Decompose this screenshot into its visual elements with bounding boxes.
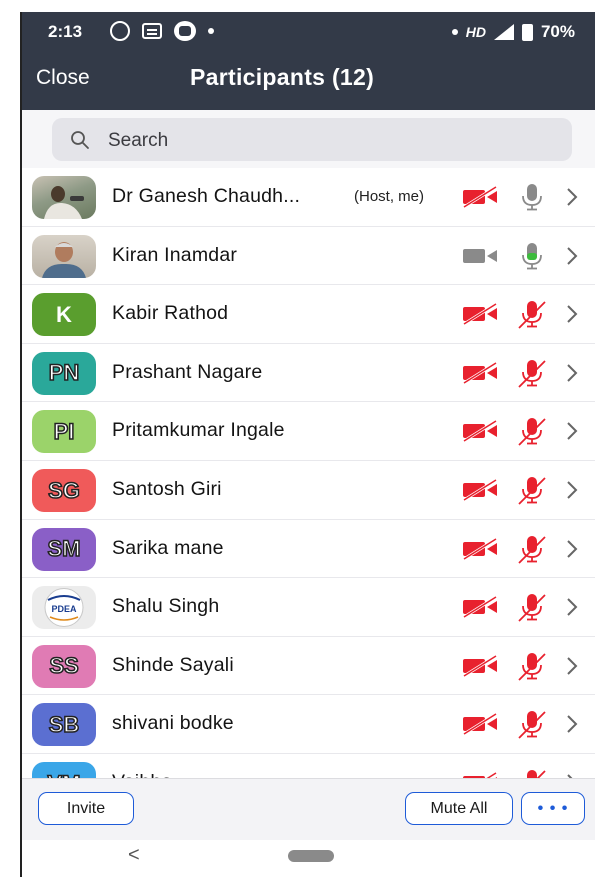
signal-icon (493, 24, 514, 40)
mute-all-button[interactable]: Mute All (405, 792, 513, 825)
avatar-logo-text: PDEA (51, 604, 77, 614)
chevron-right-icon[interactable] (566, 714, 578, 734)
whatsapp-icon (110, 21, 130, 41)
participant-role-tag: (Host, me) (354, 188, 425, 205)
mic-muted-icon (516, 768, 548, 778)
avatar: PDEA (32, 586, 96, 630)
mic-icon (516, 182, 548, 212)
more-options-button[interactable]: • • • (521, 792, 585, 825)
participant-row[interactable]: PN Prashant Nagare (22, 344, 595, 403)
participant-row[interactable]: SS Shinde Sayali (22, 637, 595, 696)
home-nav-pill[interactable] (288, 850, 334, 862)
chevron-right-icon[interactable] (566, 597, 578, 617)
message-icon (142, 23, 162, 39)
status-right: HD 70% (451, 22, 575, 42)
avatar: K (32, 293, 96, 337)
status-bar: 2:13 HD 70% (22, 12, 595, 52)
chevron-right-icon[interactable] (566, 187, 578, 207)
avatar (32, 176, 96, 219)
participant-row[interactable]: Kiran Inamdar (22, 227, 595, 286)
participant-name: Santosh Giri (112, 478, 222, 500)
header-bar: Close Participants (12) (22, 52, 595, 110)
close-button[interactable]: Close (36, 66, 90, 90)
participant-name: Shalu Singh (112, 595, 220, 618)
chevron-right-icon[interactable] (566, 246, 578, 266)
mic-muted-icon (516, 299, 548, 329)
avatar: PI (32, 410, 96, 454)
video-off-icon (462, 419, 500, 443)
bottom-toolbar: Invite Mute All • • • (22, 778, 595, 840)
participant-name: Shinde Sayali (112, 653, 234, 676)
avatar: SG (32, 469, 96, 512)
mic-muted-icon (516, 358, 548, 388)
participant-row[interactable]: SB shivani bodke (22, 695, 595, 754)
participant-name: Vaibha... (112, 771, 189, 778)
invite-button[interactable]: Invite (38, 792, 134, 825)
video-off-icon (462, 302, 500, 326)
notification-icons (110, 21, 214, 41)
participant-name: Pritamkumar Ingale (112, 419, 285, 442)
video-off-icon (462, 654, 500, 678)
video-off-icon (462, 595, 500, 619)
page-title: Participants (12) (190, 64, 375, 90)
participant-name: Kabir Rathod (112, 302, 229, 325)
search-placeholder: Search (108, 130, 169, 151)
avatar: VM (32, 762, 96, 778)
chevron-right-icon[interactable] (566, 304, 578, 324)
mic-muted-icon (516, 416, 548, 447)
avatar: SB (32, 703, 96, 747)
mic-muted-icon (516, 534, 548, 564)
mic-muted-icon (516, 592, 548, 622)
participant-row[interactable]: Dr Ganesh Chaudh... (Host, me) (22, 168, 595, 227)
participant-name: Kiran Inamdar (112, 243, 238, 266)
participant-row[interactable]: PI Pritamkumar Ingale (22, 402, 595, 461)
avatar (32, 234, 96, 278)
video-on-icon (462, 244, 500, 268)
participant-name: Sarika mane (112, 536, 224, 559)
avatar: SM (32, 527, 96, 571)
chevron-right-icon[interactable] (566, 480, 578, 500)
chevron-right-icon[interactable] (566, 539, 578, 559)
search-input[interactable]: Search (52, 118, 572, 161)
mic-muted-icon (516, 709, 548, 740)
mic-muted-icon (516, 651, 548, 681)
system-nav-bar: < (22, 840, 595, 877)
avatar: SS (32, 644, 96, 688)
chevron-right-icon[interactable] (566, 421, 578, 441)
network-type: HD (465, 24, 486, 40)
participant-row[interactable]: PDEA Shalu Singh (22, 578, 595, 637)
video-off-icon (462, 712, 500, 736)
participant-name: Dr Ganesh Chaudh... (112, 185, 301, 207)
chevron-right-icon[interactable] (566, 656, 578, 676)
participant-row[interactable]: SM Sarika mane (22, 520, 595, 579)
participant-row[interactable]: K Kabir Rathod (22, 285, 595, 344)
search-icon (71, 131, 89, 149)
battery-icon (521, 23, 533, 41)
chevron-right-icon[interactable] (566, 363, 578, 383)
video-off-icon (462, 537, 500, 561)
search-area: Search (22, 110, 595, 168)
avatar: PN (32, 351, 96, 395)
mic-icon (516, 241, 548, 271)
battery-level: 70% (540, 22, 575, 41)
video-off-icon (462, 771, 500, 778)
video-off-icon (462, 361, 500, 385)
gallery-icon (174, 21, 196, 41)
video-off-icon (462, 478, 500, 502)
participant-row[interactable]: VM Vaibha... (22, 754, 595, 778)
phone-screen: 2:13 HD 70% Close Participants (12) Sear… (20, 12, 595, 877)
video-off-icon (462, 185, 500, 209)
participant-name: Prashant Nagare (112, 360, 263, 383)
dot-icon (451, 29, 458, 35)
participant-name: shivani bodke (112, 712, 234, 735)
more-notifications-icon (208, 28, 214, 34)
back-nav-icon[interactable]: < (128, 844, 140, 867)
participant-list: Dr Ganesh Chaudh... (Host, me) Kiran Inamd… (22, 168, 595, 778)
mic-muted-icon (516, 475, 548, 505)
status-time: 2:13 (48, 22, 83, 41)
participant-row[interactable]: SG Santosh Giri (22, 461, 595, 520)
